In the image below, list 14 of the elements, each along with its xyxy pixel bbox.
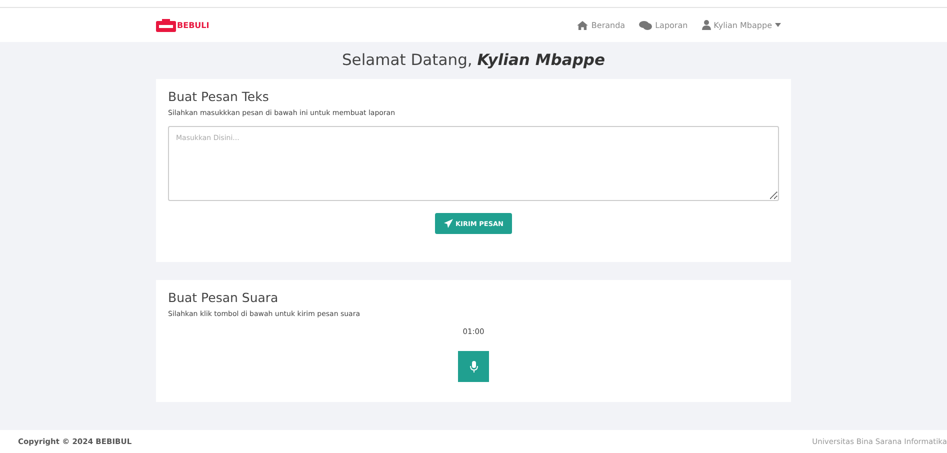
record-button[interactable] bbox=[458, 351, 489, 382]
card-title: Buat Pesan Suara bbox=[168, 290, 280, 305]
nav-link[interactable]: Beranda bbox=[577, 20, 626, 30]
card-title: Buat Pesan Teks bbox=[168, 89, 270, 104]
microphone-icon bbox=[470, 360, 478, 372]
brand-name[interactable]: BEBULI bbox=[177, 20, 210, 30]
nav-link[interactable]: Laporan bbox=[639, 20, 688, 30]
home-icon bbox=[577, 20, 588, 30]
send-icon bbox=[444, 219, 453, 228]
logo-icon bbox=[156, 18, 176, 32]
welcome-heading: Selamat Datang, Kylian Mbappe bbox=[342, 51, 606, 69]
user-icon bbox=[702, 20, 711, 30]
chat-icon bbox=[639, 20, 652, 30]
nav-link[interactable]: Kylian Mbappe bbox=[702, 20, 781, 30]
